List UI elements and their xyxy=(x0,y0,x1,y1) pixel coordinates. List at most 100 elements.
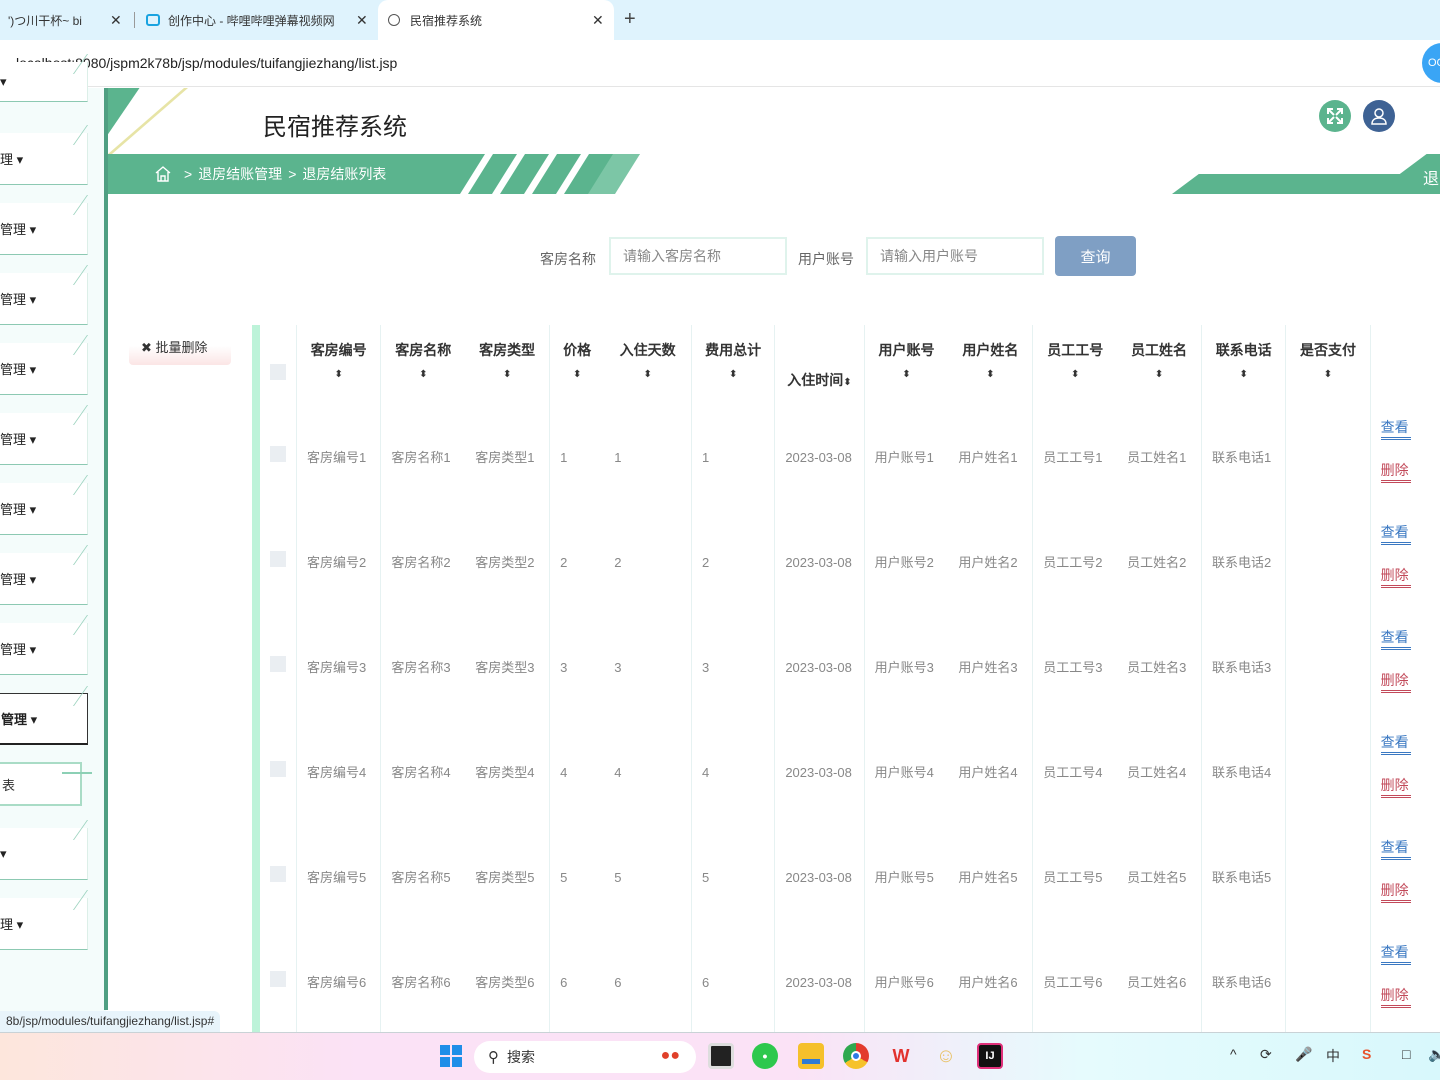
delete-link[interactable]: 删除 xyxy=(1380,775,1411,798)
app-icon[interactable]: ☺ xyxy=(933,1043,959,1069)
column-header[interactable]: 用户账号 ⬍ xyxy=(864,325,948,405)
delete-link[interactable]: 删除 xyxy=(1380,565,1411,588)
sort-icon[interactable]: ⬍ xyxy=(1202,370,1285,380)
logout-bar xyxy=(1172,154,1440,194)
sort-icon[interactable]: ⬍ xyxy=(948,370,1032,380)
sidebar-item[interactable]: 理 ▾ xyxy=(0,133,88,185)
column-header[interactable]: 入住时间⬍ xyxy=(774,325,865,405)
view-link[interactable]: 查看 xyxy=(1380,417,1411,440)
user-account-input[interactable] xyxy=(866,237,1044,275)
delete-link[interactable]: 删除 xyxy=(1380,880,1411,903)
row-checkbox[interactable] xyxy=(270,865,286,882)
table-cell: 员工工号1 xyxy=(1043,449,1103,465)
column-header[interactable]: 入住天数 ⬍ xyxy=(604,325,693,405)
sort-icon[interactable]: ⬍ xyxy=(604,370,691,380)
file-explorer-icon[interactable] xyxy=(798,1043,824,1069)
column-header[interactable]: 是否支付 ⬍ xyxy=(1285,325,1371,405)
sidebar-item[interactable]: 理 ▾ xyxy=(0,898,88,950)
browser-tab[interactable]: ')つ川干杯~ bi ✕ xyxy=(8,0,128,40)
column-header[interactable]: 费用总计 ⬍ xyxy=(691,325,776,405)
taskbar-search-label: 搜索 xyxy=(507,1049,535,1065)
sort-icon[interactable]: ⬍ xyxy=(692,370,774,380)
browser-tab[interactable]: 创作中心 - 哔哩哔哩弹幕视频网 ✕ xyxy=(146,0,372,40)
view-link[interactable]: 查看 xyxy=(1380,942,1411,965)
sort-icon[interactable]: ⬍ xyxy=(843,377,851,388)
tray-chevron-icon[interactable]: ^ xyxy=(1230,1046,1237,1062)
browser-tab-active[interactable]: 民宿推荐系统 ✕ xyxy=(378,0,614,40)
table-cell: 3 xyxy=(691,615,776,720)
fullscreen-button[interactable] xyxy=(1319,100,1351,132)
breadcrumb-item[interactable]: 退房结账管理 xyxy=(198,164,282,184)
sidebar-item[interactable]: 管理 ▾ xyxy=(0,483,88,535)
select-all-checkbox[interactable] xyxy=(270,364,286,380)
close-icon[interactable]: ✕ xyxy=(110,12,122,29)
row-checkbox[interactable] xyxy=(270,760,286,777)
view-link[interactable]: 查看 xyxy=(1380,837,1411,860)
column-header[interactable]: 用户姓名 ⬍ xyxy=(948,325,1034,405)
windows-start-icon[interactable] xyxy=(438,1043,464,1069)
column-header[interactable]: 员工姓名 ⬍ xyxy=(1117,325,1203,405)
sort-icon[interactable]: ⬍ xyxy=(465,370,549,380)
column-header[interactable]: 员工工号 ⬍ xyxy=(1033,325,1117,405)
sidebar-item[interactable]: ▾ xyxy=(0,62,88,102)
view-link[interactable]: 查看 xyxy=(1380,522,1411,545)
new-tab-button[interactable]: + xyxy=(624,8,636,31)
column-header[interactable]: 客房名称 ⬍ xyxy=(381,325,465,405)
volume-icon[interactable]: 🔈 xyxy=(1428,1046,1440,1063)
user-button[interactable] xyxy=(1363,100,1395,132)
sidebar-item[interactable]: 管理 ▾ xyxy=(0,343,88,395)
sort-icon[interactable]: ⬍ xyxy=(1033,370,1117,380)
room-name-input[interactable] xyxy=(609,237,787,275)
ime-indicator[interactable]: 中 xyxy=(1326,1046,1340,1066)
sidebar-item[interactable]: 管理 ▾ xyxy=(0,413,88,465)
query-button[interactable]: 查询 xyxy=(1055,236,1136,276)
table-cell: 员工姓名4 xyxy=(1117,720,1203,825)
close-icon[interactable]: ✕ xyxy=(592,12,604,29)
sort-icon[interactable]: ⬍ xyxy=(1117,370,1201,380)
delete-link[interactable]: 删除 xyxy=(1380,985,1411,1008)
network-icon[interactable]: □ xyxy=(1402,1046,1410,1062)
sogou-icon[interactable]: S xyxy=(1362,1046,1371,1062)
sidebar-item[interactable]: ▾ xyxy=(0,828,88,880)
sidebar-item[interactable]: 管理 ▾ xyxy=(0,693,88,745)
wechat-icon[interactable]: • xyxy=(752,1043,778,1069)
delete-link[interactable]: 删除 xyxy=(1380,670,1411,693)
batch-delete-button[interactable]: ✖ 批量删除 xyxy=(129,333,231,365)
view-link[interactable]: 查看 xyxy=(1380,732,1411,755)
row-checkbox[interactable] xyxy=(270,550,286,567)
row-checkbox[interactable] xyxy=(270,970,286,987)
chrome-icon[interactable] xyxy=(843,1043,869,1069)
sidebar-item[interactable]: 管理 ▾ xyxy=(0,273,88,325)
row-checkbox[interactable] xyxy=(270,445,286,462)
logout-button[interactable]: 退出 xyxy=(1423,165,1440,213)
delete-link[interactable]: 删除 xyxy=(1380,460,1411,483)
sync-icon[interactable]: ⟳ xyxy=(1260,1046,1272,1063)
sort-icon[interactable]: ⬍ xyxy=(1286,370,1369,380)
sort-icon[interactable]: ⬍ xyxy=(550,370,604,380)
sidebar-item[interactable]: 管理 ▾ xyxy=(0,203,88,255)
table-cell: 5 xyxy=(691,825,776,930)
home-icon[interactable] xyxy=(154,165,172,183)
view-link[interactable]: 查看 xyxy=(1380,627,1411,650)
sidebar-subitem[interactable]: 表 xyxy=(0,762,92,806)
microphone-icon[interactable]: 🎤 xyxy=(1295,1046,1312,1063)
taskbar-search[interactable]: ⚲ 搜索 ●● xyxy=(474,1041,696,1073)
sort-icon[interactable]: ⬍ xyxy=(865,370,949,380)
row-checkbox[interactable] xyxy=(270,655,286,672)
table-cell: 联系电话6 xyxy=(1201,930,1287,1035)
sidebar-item[interactable]: 管理 ▾ xyxy=(0,623,88,675)
column-header[interactable]: 客房编号 ⬍ xyxy=(296,325,382,405)
column-header[interactable]: 价格 ⬍ xyxy=(550,325,605,405)
wps-icon[interactable]: W xyxy=(888,1043,914,1069)
sort-icon[interactable]: ⬍ xyxy=(297,370,380,380)
sort-icon[interactable]: ⬍ xyxy=(381,370,465,380)
row-select-cell xyxy=(260,930,297,1035)
address-bar[interactable]: localhost:8080/jspm2k78b/jsp/modules/tui… xyxy=(0,40,1440,87)
intellij-icon[interactable]: IJ xyxy=(977,1043,1003,1069)
task-view-icon[interactable] xyxy=(708,1043,734,1069)
table-cell: 5 xyxy=(604,825,693,930)
column-header[interactable]: 联系电话 ⬍ xyxy=(1201,325,1287,405)
sidebar-item[interactable]: 管理 ▾ xyxy=(0,553,88,605)
close-icon[interactable]: ✕ xyxy=(356,12,368,29)
column-header[interactable]: 客房类型 ⬍ xyxy=(465,325,551,405)
